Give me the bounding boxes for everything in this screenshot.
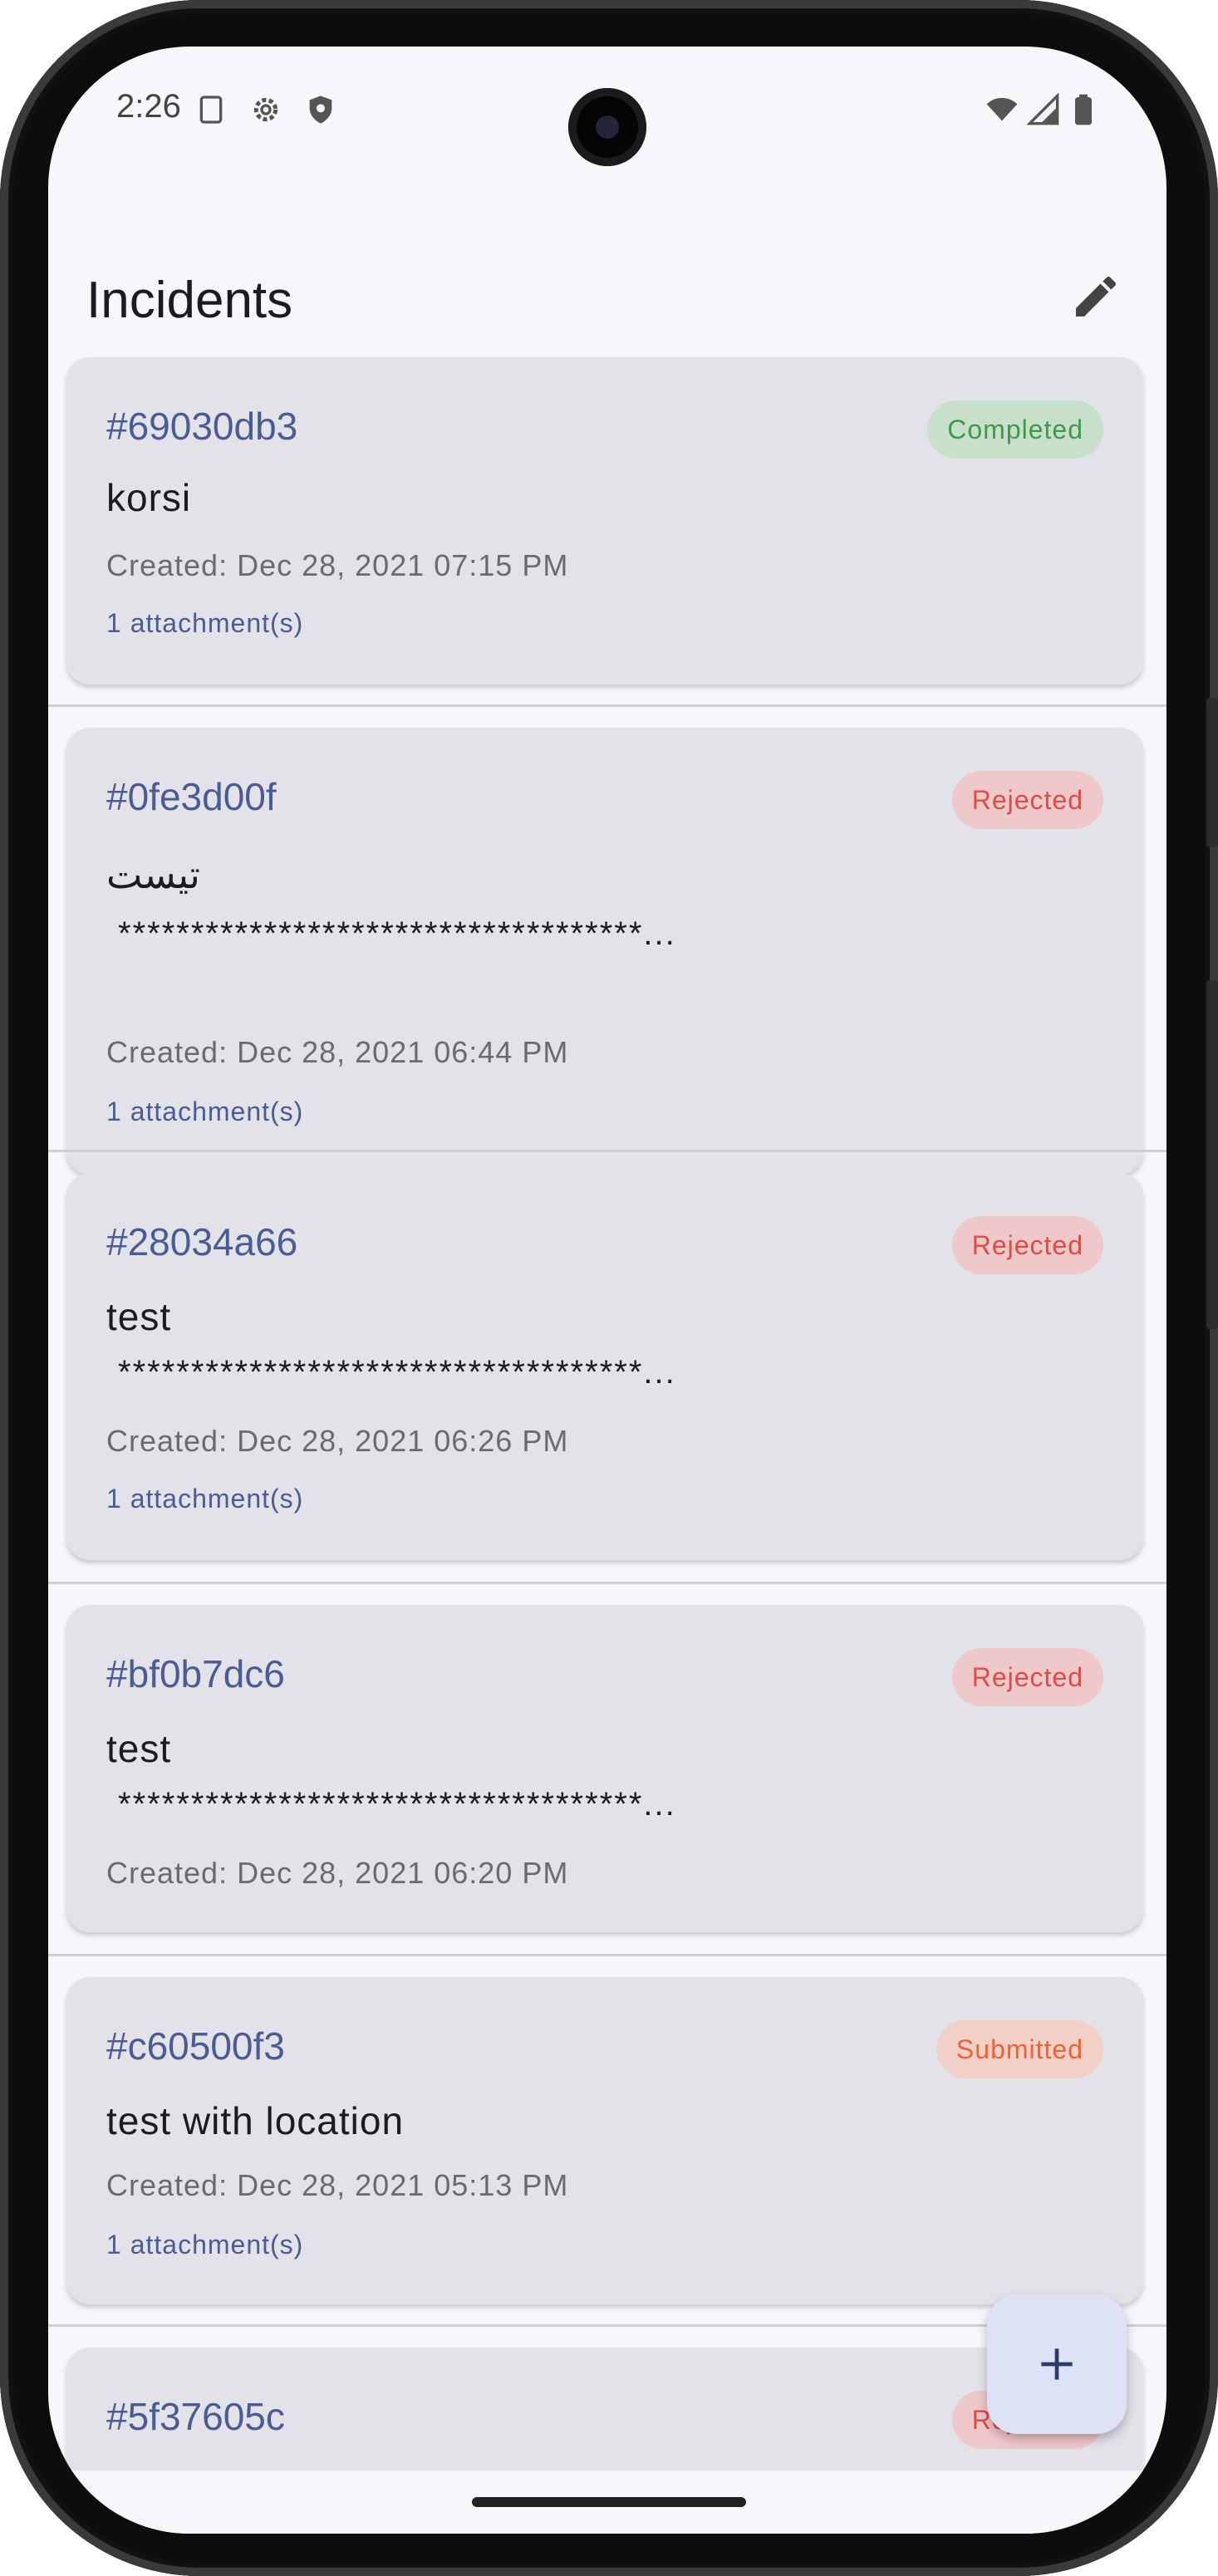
screenshot-icon [199,96,223,124]
screen: 2:26 Incidents #69030db3 Completed korsi… [48,47,1166,2534]
attachment-count: 1 attachment(s) [106,1484,304,1514]
list-divider [48,1582,1166,1584]
incident-id: #5f37605c [106,2395,285,2438]
incident-title: korsi [106,476,192,519]
incident-id: #bf0b7dc6 [106,1652,285,1695]
incident-id: #28034a66 [106,1220,298,1263]
front-camera [568,88,646,166]
edit-button[interactable] [1058,259,1133,334]
battery-icon [1075,94,1092,125]
list-divider [48,1954,1166,1956]
settings-icon [253,97,278,122]
shield-icon [309,96,332,124]
power-button [1206,698,1218,847]
incident-card[interactable]: #28034a66 Rejected test ****************… [66,1173,1143,1560]
pencil-icon [1076,276,1117,316]
incident-title: تیست [106,853,200,896]
plus-icon [1041,2348,1073,2380]
status-time: 2:26 [116,88,181,125]
incident-title: test with location [106,2099,405,2142]
incident-created: Created: Dec 28, 2021 06:20 PM [106,1856,569,1890]
page-title: Incidents [86,272,293,329]
incident-card[interactable]: #69030db3 Completed korsi Created: Dec 2… [66,357,1143,684]
attachment-count: 1 attachment(s) [106,1097,304,1126]
incident-card[interactable]: #c60500f3 Submitted test with location C… [66,1977,1143,2304]
add-incident-button[interactable] [987,2294,1127,2434]
list-divider [48,704,1166,707]
wifi-icon [986,97,1018,121]
signal-icon [1027,93,1059,125]
incident-description: ************************************... [118,1786,676,1823]
incident-created: Created: Dec 28, 2021 06:26 PM [106,1424,569,1458]
status-bar: 2:26 [48,47,1166,171]
incident-description: ************************************... [118,915,676,952]
list-divider [48,1150,1166,1152]
app-bar: Incidents [48,221,1166,337]
incident-id: #0fe3d00f [106,775,277,818]
attachment-count: 1 attachment(s) [106,608,304,638]
status-badge: Rejected [951,771,1103,829]
home-indicator[interactable] [472,2497,746,2507]
status-badge: Rejected [951,1648,1103,1706]
incident-created: Created: Dec 28, 2021 07:15 PM [106,548,569,582]
status-badge: Rejected [951,1216,1103,1274]
phone-frame: 2:26 Incidents #69030db3 Completed korsi… [0,0,1218,2576]
incident-card[interactable]: #0fe3d00f Rejected تیست ****************… [66,728,1143,1175]
incident-created: Created: Dec 28, 2021 05:13 PM [106,2168,569,2202]
volume-button [1206,980,1218,1329]
incident-title: test [106,1295,172,1338]
incident-title: test [106,1727,172,1770]
attachment-count: 1 attachment(s) [106,2230,304,2260]
incident-id: #69030db3 [106,405,298,448]
status-badge: Submitted [936,2020,1103,2078]
incident-description: ************************************... [118,1354,676,1391]
status-badge: Completed [927,400,1103,459]
incident-id: #c60500f3 [106,2024,285,2068]
incident-card[interactable]: #bf0b7dc6 Rejected test ****************… [66,1605,1143,1932]
incident-created: Created: Dec 28, 2021 06:44 PM [106,1035,569,1069]
